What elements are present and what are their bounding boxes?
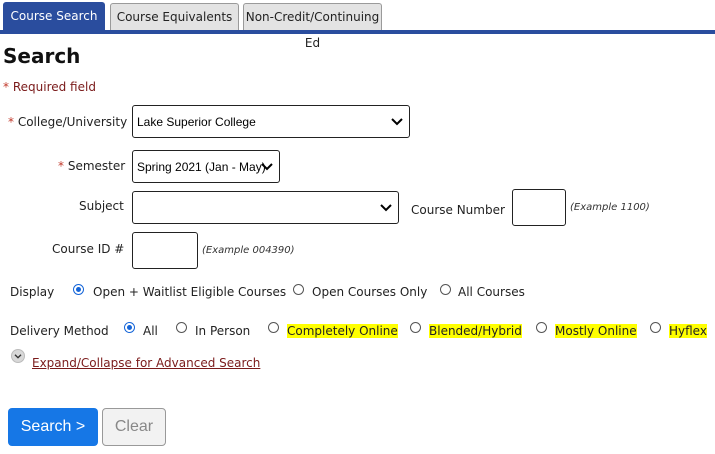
delivery-option-label: In Person xyxy=(195,324,251,338)
semester-select-value: Spring 2021 (Jan - May) xyxy=(137,159,266,174)
delivery-radio-all[interactable] xyxy=(124,322,135,333)
delivery-radio-in-person[interactable] xyxy=(176,322,187,333)
semester-select[interactable]: Spring 2021 (Jan - May) xyxy=(132,150,280,183)
chevron-down-icon xyxy=(14,354,22,359)
course-number-example: (Example 1100) xyxy=(570,202,650,213)
expand-chevron-icon[interactable] xyxy=(11,349,25,363)
required-note: * Required field xyxy=(3,80,96,94)
course-id-example: (Example 004390) xyxy=(202,245,295,256)
subject-select[interactable] xyxy=(132,191,399,224)
tab-non-credit[interactable]: Non-Credit/Continuing Ed xyxy=(243,3,382,50)
delivery-radio-completely-online[interactable] xyxy=(268,322,279,333)
display-option-label: Open + Waitlist Eligible Courses xyxy=(93,285,287,299)
required-star: * xyxy=(3,80,9,94)
delivery-radio-mostly-online[interactable] xyxy=(536,322,547,333)
college-select-value: Lake Superior College xyxy=(137,114,256,129)
chevron-down-icon xyxy=(261,162,273,170)
delivery-option-label: Blended/Hybrid xyxy=(429,324,522,338)
advanced-search-link[interactable]: Expand/Collapse for Advanced Search xyxy=(32,356,260,370)
required-note-text: Required field xyxy=(12,80,96,94)
display-option-label: Open Courses Only xyxy=(312,285,428,299)
college-required-star: * xyxy=(8,115,14,129)
delivery-label: Delivery Method xyxy=(10,324,109,338)
delivery-option-label: Mostly Online xyxy=(555,324,637,338)
course-id-input[interactable] xyxy=(132,232,198,269)
course-number-label: Course Number xyxy=(411,203,505,217)
subject-label: Subject xyxy=(79,199,124,213)
display-option-label: All Courses xyxy=(458,285,525,299)
chevron-down-icon xyxy=(380,203,392,211)
search-button[interactable]: Search > xyxy=(8,408,98,446)
tab-underline xyxy=(0,30,715,34)
display-label: Display xyxy=(10,285,55,299)
course-id-label: Course ID # xyxy=(52,242,125,256)
delivery-option-label: Hyflex xyxy=(669,324,707,338)
clear-button[interactable]: Clear xyxy=(102,408,166,446)
delivery-option-label: Completely Online xyxy=(287,324,398,338)
semester-label-text: Semester xyxy=(67,159,126,173)
college-label: * College/University xyxy=(8,115,127,129)
display-radio-open-waitlist[interactable] xyxy=(73,284,84,295)
semester-label: * Semester xyxy=(58,159,125,173)
college-label-text: College/University xyxy=(17,115,128,129)
tab-bar: Course Search Course Equivalents Non-Cre… xyxy=(0,0,715,50)
delivery-radio-hyflex[interactable] xyxy=(650,322,661,333)
display-radio-open-only[interactable] xyxy=(293,284,304,295)
college-select[interactable]: Lake Superior College xyxy=(132,105,410,138)
display-radio-all[interactable] xyxy=(440,284,451,295)
delivery-option-label: All xyxy=(143,324,158,338)
course-number-input[interactable] xyxy=(512,189,566,226)
page-title: Search xyxy=(3,44,81,68)
tab-course-search[interactable]: Course Search xyxy=(3,2,105,30)
delivery-radio-blended-hybrid[interactable] xyxy=(410,322,421,333)
semester-required-star: * xyxy=(58,159,64,173)
tab-course-equivalents[interactable]: Course Equivalents xyxy=(110,3,239,30)
chevron-down-icon xyxy=(391,117,403,125)
